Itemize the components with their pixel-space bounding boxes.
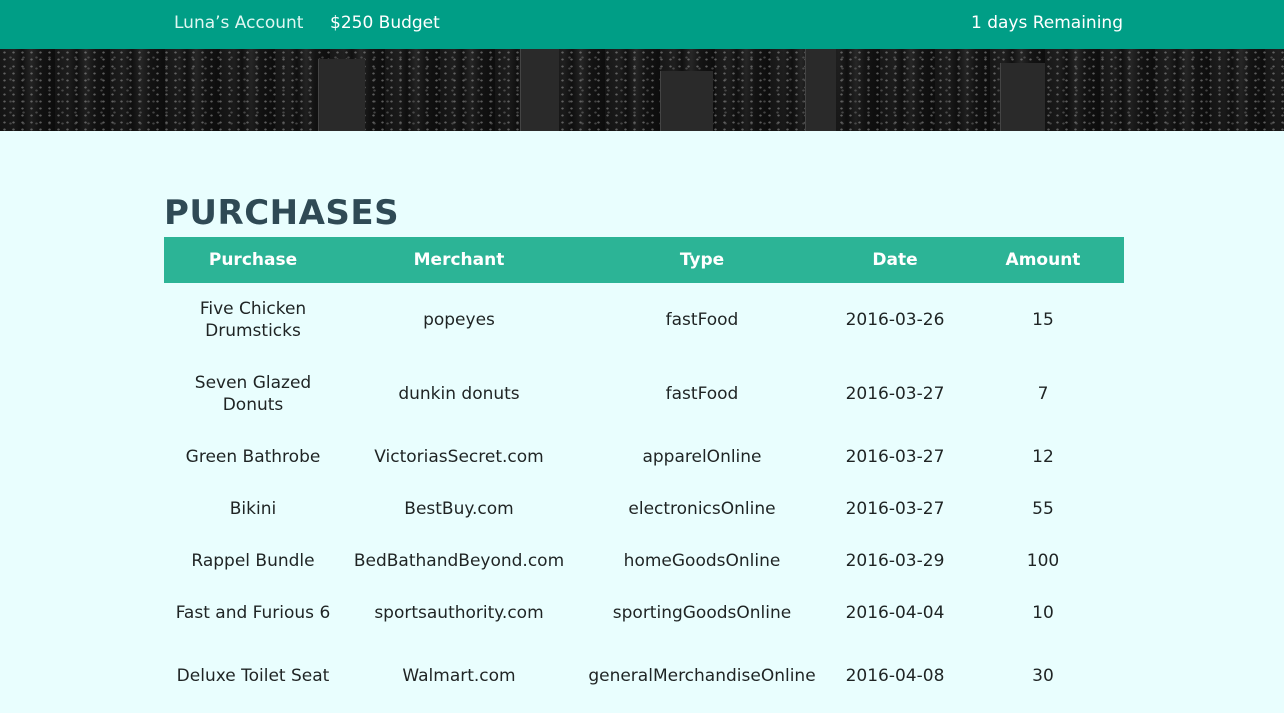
column-header-purchase: Purchase xyxy=(208,250,298,270)
date-cell: 2016-03-26 xyxy=(845,310,945,330)
purchase-cell: Green Bathrobe xyxy=(185,447,321,467)
purchase-cell: Bikini xyxy=(229,499,277,519)
type-cell: homeGoodsOnline xyxy=(623,551,781,571)
column-header-date: Date xyxy=(872,250,918,270)
date-cell: 2016-04-08 xyxy=(845,666,945,686)
city-lights-texture xyxy=(0,49,1284,131)
table-row: Seven Glazed Donuts dunkin donuts fastFo… xyxy=(164,357,1124,431)
date-cell: 2016-03-27 xyxy=(845,384,945,404)
city-banner-image xyxy=(0,49,1284,131)
page-title: PURCHASES xyxy=(164,193,400,233)
date-cell: 2016-03-27 xyxy=(845,499,945,519)
amount-cell: 55 xyxy=(1032,499,1054,519)
table-row: Deluxe Toilet Seat Walmart.com generalMe… xyxy=(164,639,1124,713)
type-cell: sportingGoodsOnline xyxy=(612,603,792,623)
merchant-cell: popeyes xyxy=(423,310,495,330)
table-row: Five Chicken Drumsticks popeyes fastFood… xyxy=(164,283,1124,357)
merchant-cell: BestBuy.com xyxy=(404,499,514,519)
purchase-cell: Rappel Bundle xyxy=(191,551,315,571)
purchase-cell: Deluxe Toilet Seat xyxy=(176,666,330,686)
merchant-cell: BedBathandBeyond.com xyxy=(353,551,565,571)
date-cell: 2016-03-29 xyxy=(845,551,945,571)
table-row: Green Bathrobe VictoriasSecret.com appar… xyxy=(164,431,1124,483)
type-cell: generalMerchandiseOnline xyxy=(588,666,816,686)
table-row: Bikini BestBuy.com electronicsOnline 201… xyxy=(164,483,1124,535)
column-header-type: Type xyxy=(679,250,725,270)
account-name[interactable]: Luna’s Account xyxy=(174,13,303,33)
merchant-cell: dunkin donuts xyxy=(398,384,520,404)
amount-cell: 7 xyxy=(1037,384,1049,404)
column-header-merchant: Merchant xyxy=(413,250,505,270)
budget-label: $250 Budget xyxy=(330,13,440,33)
type-cell: electronicsOnline xyxy=(628,499,776,519)
type-cell: fastFood xyxy=(665,310,739,330)
date-cell: 2016-03-27 xyxy=(845,447,945,467)
column-header-amount: Amount xyxy=(1005,250,1081,270)
merchant-cell: sportsauthority.com xyxy=(374,603,544,623)
merchant-cell: Walmart.com xyxy=(402,666,516,686)
type-cell: apparelOnline xyxy=(642,447,762,467)
purchases-table: Purchase Merchant Type Date Amount Five … xyxy=(164,237,1124,713)
building xyxy=(318,59,365,131)
top-bar: Luna’s Account $250 Budget 1 days Remain… xyxy=(0,0,1284,49)
purchase-cell: Fast and Furious 6 xyxy=(175,603,331,623)
table-header-row: Purchase Merchant Type Date Amount xyxy=(164,237,1124,283)
amount-cell: 100 xyxy=(1026,551,1060,571)
merchant-cell: VictoriasSecret.com xyxy=(374,447,544,467)
building xyxy=(660,71,713,131)
amount-cell: 12 xyxy=(1032,447,1054,467)
building xyxy=(805,49,836,131)
purchase-cell: Five Chicken Drumsticks xyxy=(199,299,307,341)
table-row: Rappel Bundle BedBathandBeyond.com homeG… xyxy=(164,535,1124,587)
amount-cell: 30 xyxy=(1032,666,1054,686)
days-remaining: 1 days Remaining xyxy=(970,13,1123,33)
table-row: Fast and Furious 6 sportsauthority.com s… xyxy=(164,587,1124,639)
amount-cell: 15 xyxy=(1032,310,1054,330)
building xyxy=(520,49,559,131)
amount-cell: 10 xyxy=(1032,603,1054,623)
date-cell: 2016-04-04 xyxy=(845,603,945,623)
building xyxy=(1000,63,1045,131)
type-cell: fastFood xyxy=(665,384,739,404)
purchase-cell: Seven Glazed Donuts xyxy=(194,373,312,415)
